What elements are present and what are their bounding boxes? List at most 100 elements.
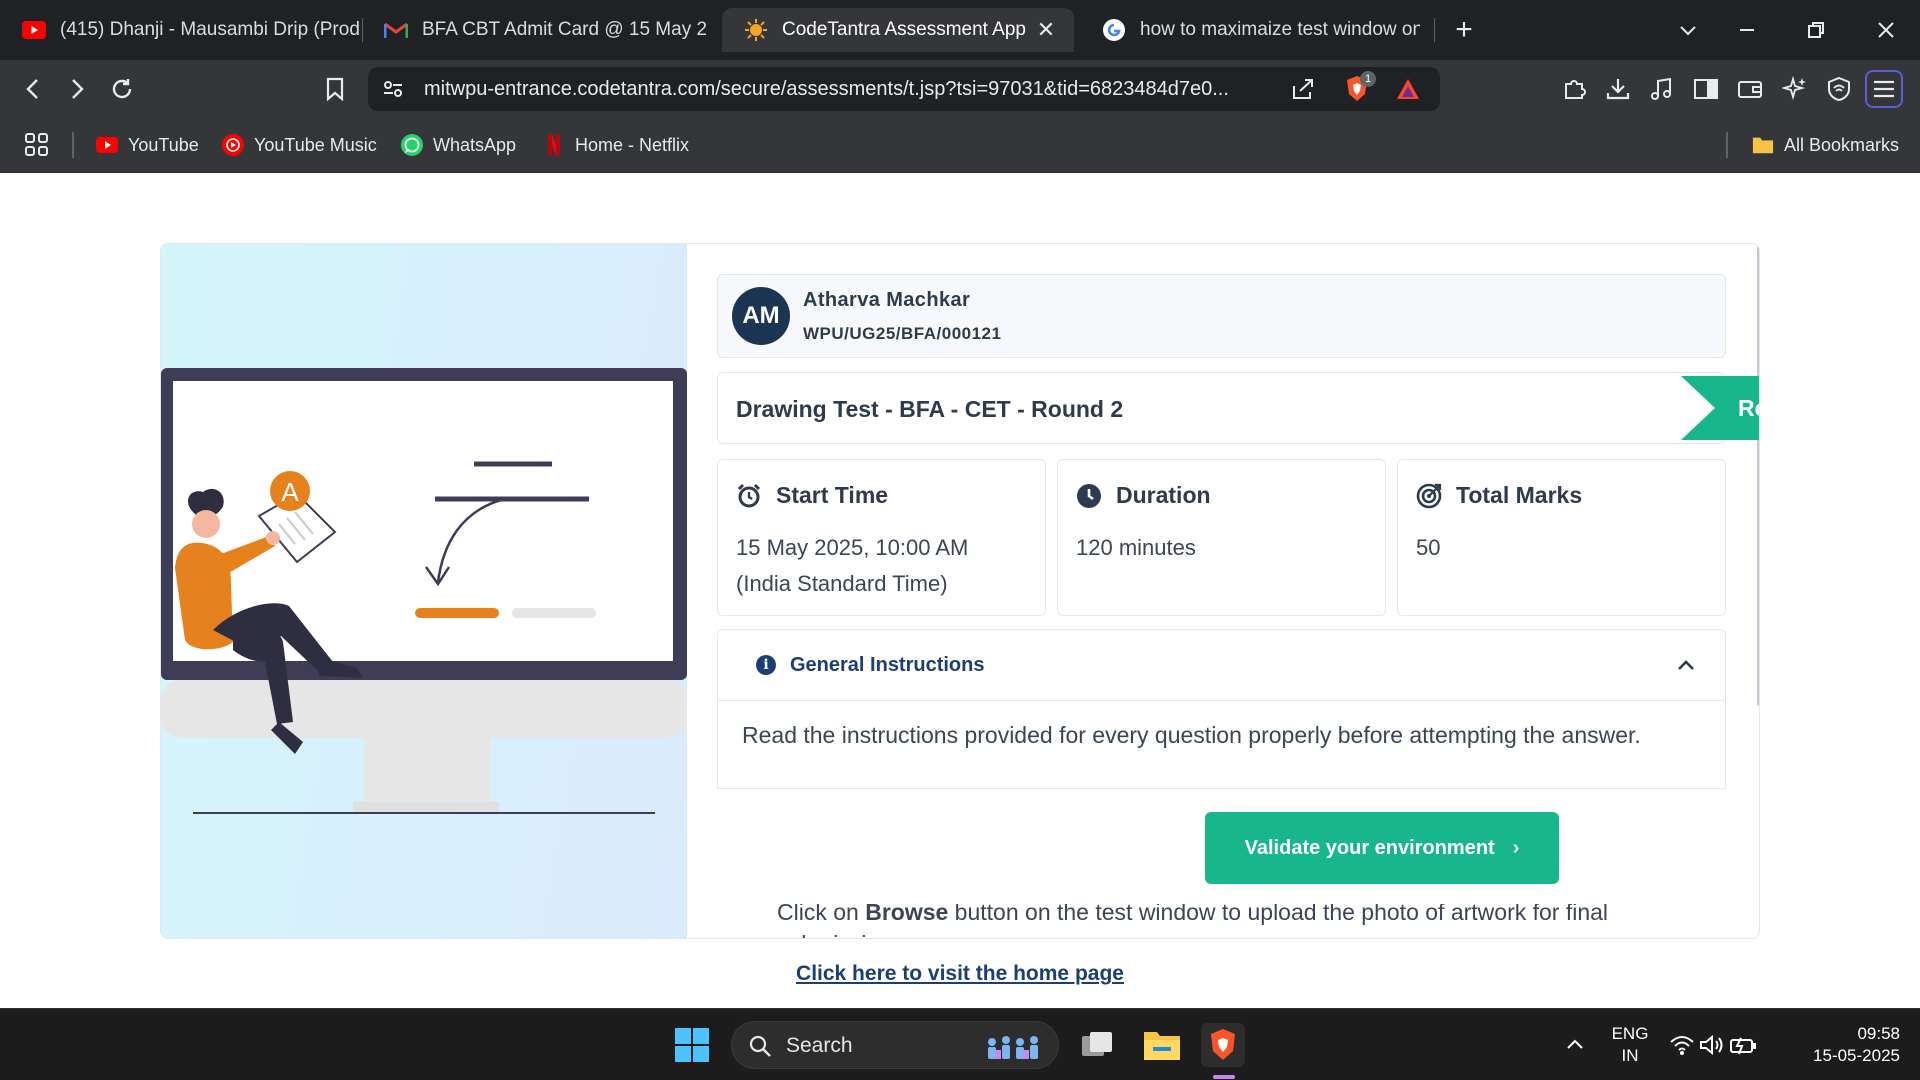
clock[interactable]: 09:58 15-05-2025 [1790, 1023, 1900, 1067]
sidebar-icon [1694, 79, 1718, 99]
address-bar[interactable]: mitwpu-entrance.codetantra.com/secure/as… [368, 67, 1440, 111]
info-icon: i [756, 655, 776, 675]
scrollbar-thumb[interactable] [1757, 244, 1759, 706]
volume-icon [1700, 1034, 1723, 1056]
start-button[interactable] [670, 1023, 714, 1067]
duration-label: Duration [1116, 482, 1211, 508]
total-marks-label: Total Marks [1456, 482, 1583, 508]
minimize-icon [1740, 29, 1754, 31]
reload-button[interactable] [103, 70, 141, 108]
task-view-icon [1082, 1032, 1112, 1056]
start-time-card: Start Time 15 May 2025, 10:00 AM (India … [717, 459, 1046, 616]
youtube-icon [96, 134, 118, 156]
arrow-left-icon [26, 79, 38, 99]
windows-taskbar: Search ENG IN 09:58 15-05-2025 [0, 1008, 1920, 1080]
minimize-button[interactable] [1727, 10, 1767, 50]
reload-icon [112, 79, 132, 99]
brave-icon [1211, 1029, 1235, 1060]
tab-codetantra[interactable]: CodeTantra Assessment App ✕ [722, 8, 1074, 52]
list-item: Click on Browse button on the test windo… [777, 904, 1609, 938]
forward-button[interactable] [58, 70, 96, 108]
restore-button[interactable] [1796, 10, 1836, 50]
download-icon [1606, 79, 1630, 100]
youtube-icon [22, 18, 46, 42]
bookmarks-separator [1726, 132, 1728, 158]
home-page-link[interactable]: Click here to visit the home page [0, 962, 1920, 986]
taskbar-search[interactable]: Search [731, 1021, 1059, 1069]
netflix-icon [543, 134, 565, 156]
main-menu-button[interactable] [1865, 70, 1903, 108]
navigation-bar: mitwpu-entrance.codetantra.com/secure/as… [0, 60, 1920, 118]
validate-environment-button[interactable]: Validate your environment › [1205, 812, 1559, 884]
close-icon [1878, 22, 1894, 38]
google-icon [1102, 18, 1126, 42]
sidebar-toggle-button[interactable] [1687, 70, 1725, 108]
instructions-list-partial: Click on Browse button on the test windo… [717, 904, 1726, 938]
instructions-accordion-header[interactable]: i General Instructions [718, 630, 1725, 701]
leo-ai-button[interactable] [1776, 70, 1814, 108]
active-app-indicator [1213, 1075, 1235, 1079]
extensions-button[interactable] [1556, 70, 1594, 108]
bookmark-youtube-music[interactable]: YouTube Music [222, 130, 377, 160]
total-marks-card: Total Marks 50 [1397, 459, 1726, 616]
site-settings-icon[interactable] [382, 78, 404, 105]
bookmarks-separator [72, 132, 74, 158]
candidate-id: WPU/UG25/BFA/000121 [803, 324, 1002, 343]
file-explorer-button[interactable] [1140, 1023, 1184, 1067]
wallet-icon [1738, 81, 1762, 98]
assessment-card: A AM Atharva Machkar WPU/UG25/BFA/000121… [160, 243, 1760, 939]
bookmark-netflix[interactable]: Home - Netflix [543, 130, 689, 160]
brave-rewards-icon[interactable] [1395, 77, 1421, 106]
close-window-button[interactable] [1866, 10, 1906, 50]
folder-icon [1144, 1032, 1180, 1060]
illustration-panel: A [161, 244, 687, 938]
music-note-icon [1651, 77, 1671, 100]
wallet-button[interactable] [1731, 70, 1769, 108]
url-text: mitwpu-entrance.codetantra.com/secure/as… [424, 78, 1229, 100]
bookmark-youtube[interactable]: YouTube [96, 130, 199, 160]
bookmark-page-button[interactable] [316, 70, 354, 108]
new-tab-button[interactable]: + [1444, 10, 1484, 50]
media-button[interactable] [1643, 70, 1681, 108]
task-view-button[interactable] [1075, 1023, 1119, 1067]
alarm-clock-icon [736, 483, 762, 509]
share-icon[interactable] [1290, 76, 1316, 107]
test-title-box: Drawing Test - BFA - CET - Round 2 [717, 372, 1726, 444]
tab-search-button[interactable] [1668, 10, 1708, 50]
quick-settings-button[interactable] [1665, 1023, 1761, 1067]
tab-youtube[interactable]: (415) Dhanji - Mausambi Drip (Prod [0, 8, 360, 52]
tab-strip: (415) Dhanji - Mausambi Drip (Prod BFA C… [0, 0, 1920, 60]
show-hidden-icons-button[interactable] [1553, 1023, 1597, 1067]
apps-button[interactable] [24, 130, 50, 160]
downloads-button[interactable] [1599, 70, 1637, 108]
folder-icon [1752, 134, 1774, 156]
start-time-label: Start Time [776, 482, 889, 508]
codetantra-icon [744, 18, 768, 42]
arrow-right-icon [72, 79, 84, 99]
tab-separator [1434, 18, 1435, 42]
bookmarks-bar: YouTube YouTube Music WhatsApp Home - Ne… [0, 118, 1920, 173]
clock-icon [1076, 483, 1102, 509]
duration-card: Duration 120 minutes [1057, 459, 1386, 616]
vpn-button[interactable] [1820, 70, 1858, 108]
bookmark-icon [326, 77, 344, 101]
avatar: AM [732, 287, 790, 345]
test-name: Drawing Test - BFA - CET - Round 2 [736, 396, 1124, 422]
youtube-music-icon [222, 134, 244, 156]
instructions-text: Read the instructions provided for every… [742, 722, 1641, 748]
instructions-title: General Instructions [790, 654, 985, 676]
close-tab-icon[interactable]: ✕ [1032, 16, 1060, 44]
candidate-profile: AM Atharva Machkar WPU/UG25/BFA/000121 [717, 274, 1726, 358]
back-button[interactable] [14, 70, 52, 108]
chevron-right-icon: › [1512, 836, 1520, 859]
hamburger-menu-icon [1874, 80, 1894, 98]
windows-logo-icon [675, 1028, 709, 1062]
input-language-indicator[interactable]: ENG IN [1608, 1023, 1652, 1067]
tab-gmail[interactable]: BFA CBT Admit Card @ 15 May 202 [362, 8, 706, 52]
all-bookmarks-button[interactable]: All Bookmarks [1752, 130, 1899, 160]
tab-google-search[interactable]: how to maximaize test window on l [1080, 8, 1420, 52]
brave-browser-taskbar-button[interactable] [1201, 1023, 1245, 1067]
shields-count-badge: 1 [1360, 71, 1376, 87]
chevron-up-icon[interactable] [1673, 652, 1699, 678]
bookmark-whatsapp[interactable]: WhatsApp [401, 130, 516, 160]
